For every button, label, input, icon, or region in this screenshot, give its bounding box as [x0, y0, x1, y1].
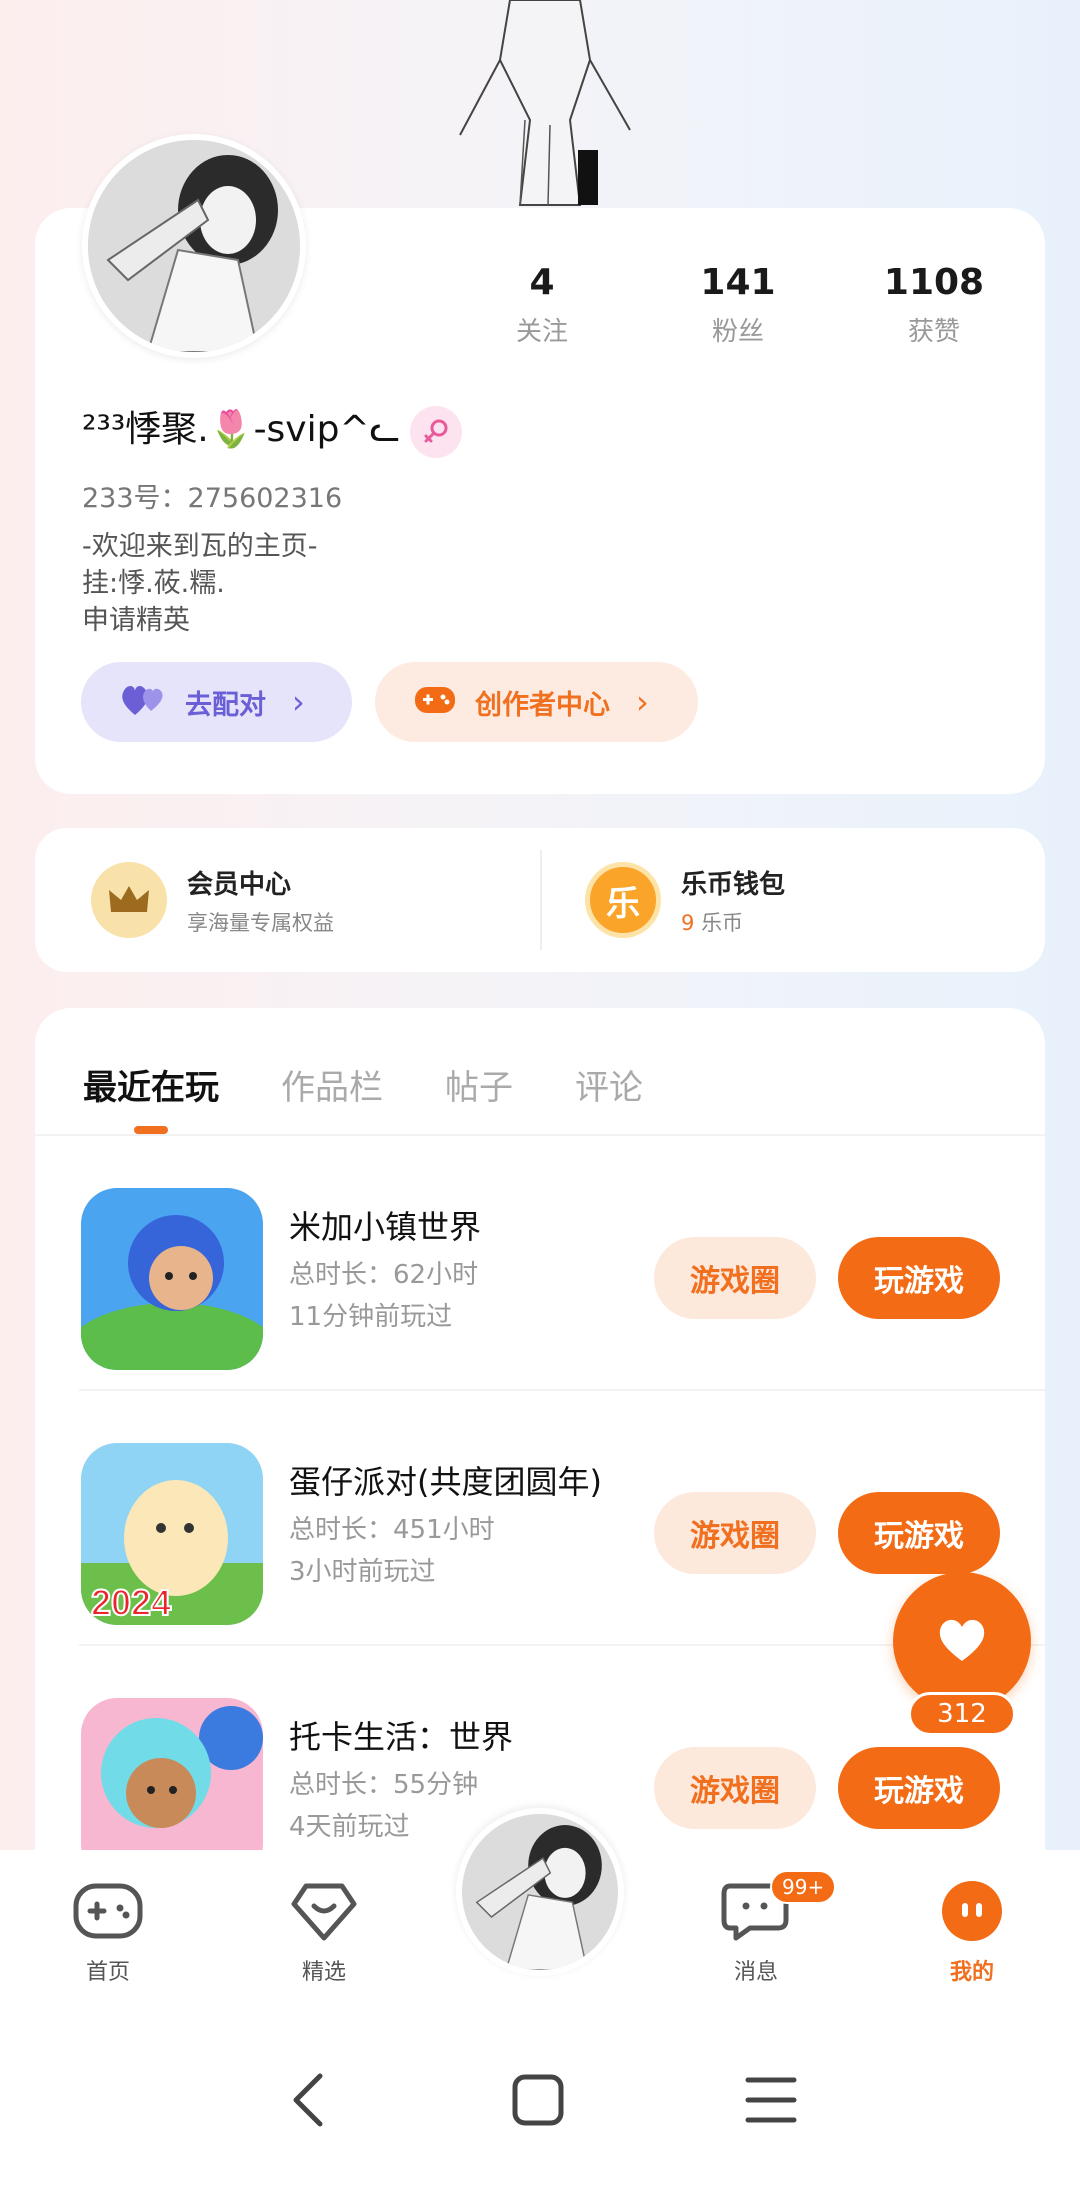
- stat-following-label: 关注: [515, 317, 568, 347]
- game-circle-button[interactable]: 游戏圈: [654, 1492, 816, 1574]
- gamepad-icon: [73, 1883, 143, 1939]
- header-artwork: [430, 0, 660, 210]
- stat-likes-value: 1108: [883, 262, 985, 303]
- bio-line: 申请精英: [82, 605, 190, 636]
- username: ²³³悸聚.🌷-svip^ᓚ: [82, 409, 401, 450]
- wallet-title: 乐币钱包: [681, 869, 786, 900]
- game-row[interactable]: 米加小镇世界 总时长：62小时 11分钟前玩过 游戏圈 玩游戏: [35, 1136, 1045, 1391]
- wallet-balance: 9 乐币: [681, 907, 785, 937]
- gamepad-icon: [413, 681, 457, 724]
- play-game-button[interactable]: 玩游戏: [838, 1492, 1000, 1574]
- creator-label: 创作者中心: [475, 689, 610, 721]
- play-game-button[interactable]: 玩游戏: [838, 1237, 1000, 1319]
- nav-home[interactable]: 首页: [48, 1880, 168, 1986]
- stat-likes-label: 获赞: [907, 317, 960, 347]
- match-label: 去配对: [185, 689, 266, 721]
- game-name: 托卡生活：世界: [289, 1718, 514, 1756]
- wallet[interactable]: 乐 乐币钱包 9 乐币: [585, 862, 785, 938]
- stat-followers-label: 粉丝: [711, 317, 764, 347]
- female-icon: [410, 406, 462, 458]
- like-button[interactable]: [893, 1572, 1031, 1710]
- wallet-unit: 乐币: [701, 910, 744, 935]
- game-last-played: 3小时前玩过: [289, 1557, 436, 1587]
- game-icon: [81, 1188, 263, 1370]
- bio: -欢迎来到瓦的主页- 挂:悸.莜.糯. 申请精英: [82, 528, 318, 639]
- bio-line: -欢迎来到瓦的主页-: [82, 531, 318, 562]
- profile-tabs: 最近在玩 作品栏 帖子 评论: [83, 1060, 705, 1109]
- divider: [540, 850, 542, 950]
- stat-followers[interactable]: 141 粉丝: [648, 262, 828, 348]
- wallet-amount: 9: [681, 910, 695, 935]
- game-last-played: 11分钟前玩过: [289, 1302, 453, 1332]
- games-card: 最近在玩 作品栏 帖子 评论 米加小镇世界 总时长：62小时 11分钟前玩过 游…: [35, 1008, 1045, 1908]
- play-game-button[interactable]: 玩游戏: [838, 1747, 1000, 1829]
- crown-icon: [91, 862, 167, 938]
- game-circle-button[interactable]: 游戏圈: [654, 1747, 816, 1829]
- user-id: 233号：275602316: [82, 483, 343, 514]
- member-center-subtitle: 享海量专属权益: [187, 910, 334, 935]
- member-center[interactable]: 会员中心 享海量专属权益: [91, 862, 334, 938]
- mine-face-icon: [942, 1881, 1002, 1941]
- nav-mine-label: 我的: [949, 1960, 994, 1985]
- heart-icon: [935, 1615, 989, 1667]
- coin-icon: 乐: [585, 862, 661, 938]
- menu-icon[interactable]: [744, 2074, 798, 2126]
- nav-featured[interactable]: 精选: [264, 1880, 384, 1986]
- game-icon: 2024: [81, 1443, 263, 1625]
- game-circle-button[interactable]: 游戏圈: [654, 1237, 816, 1319]
- chevron-right-icon: ›: [636, 683, 649, 721]
- stat-following[interactable]: 4 关注: [452, 262, 632, 348]
- avatar[interactable]: [82, 134, 306, 358]
- tab-comments[interactable]: 评论: [575, 1060, 643, 1109]
- stat-likes[interactable]: 1108 获赞: [844, 262, 1024, 348]
- nav-featured-label: 精选: [301, 1960, 346, 1985]
- chevron-right-icon: ›: [292, 683, 305, 721]
- vip-card: 会员中心 享海量专属权益 乐 乐币钱包 9 乐币: [35, 828, 1045, 972]
- game-playtime: 总时长：451小时: [289, 1515, 495, 1545]
- like-count: 312: [908, 1692, 1016, 1736]
- stat-followers-value: 141: [700, 262, 776, 303]
- stat-following-value: 4: [529, 262, 555, 303]
- nav-messages-label: 消息: [733, 1960, 778, 1985]
- hearts-icon: [119, 681, 167, 724]
- game-playtime: 总时长：62小时: [289, 1260, 479, 1290]
- messages-badge: 99+: [770, 1870, 837, 1904]
- game-row[interactable]: 2024 蛋仔派对(共度团圆年) 总时长：451小时 3小时前玩过 游戏圈 玩游…: [35, 1391, 1045, 1646]
- member-center-title: 会员中心: [187, 869, 292, 900]
- game-playtime: 总时长：55分钟: [289, 1770, 479, 1800]
- game-name: 蛋仔派对(共度团圆年): [289, 1463, 602, 1501]
- tab-posts[interactable]: 帖子: [445, 1060, 513, 1109]
- featured-heart-icon: [291, 1883, 357, 1941]
- bio-line: 挂:悸.莜.糯.: [82, 568, 225, 599]
- match-button[interactable]: 去配对 ›: [81, 662, 352, 742]
- game-last-played: 4天前玩过: [289, 1812, 410, 1842]
- creator-center-button[interactable]: 创作者中心 ›: [375, 662, 698, 742]
- svg-text:2024: 2024: [91, 1582, 171, 1623]
- nav-avatar[interactable]: [456, 1808, 624, 1976]
- tab-indicator: [134, 1126, 168, 1134]
- tab-recent[interactable]: 最近在玩: [83, 1060, 219, 1109]
- nav-mine[interactable]: 我的: [912, 1880, 1032, 1986]
- tab-works[interactable]: 作品栏: [281, 1060, 383, 1109]
- back-icon[interactable]: [282, 2070, 332, 2130]
- nav-home-label: 首页: [85, 1960, 130, 1985]
- game-name: 米加小镇世界: [289, 1208, 482, 1246]
- home-icon[interactable]: [510, 2072, 566, 2128]
- system-navigation: [0, 2060, 1080, 2140]
